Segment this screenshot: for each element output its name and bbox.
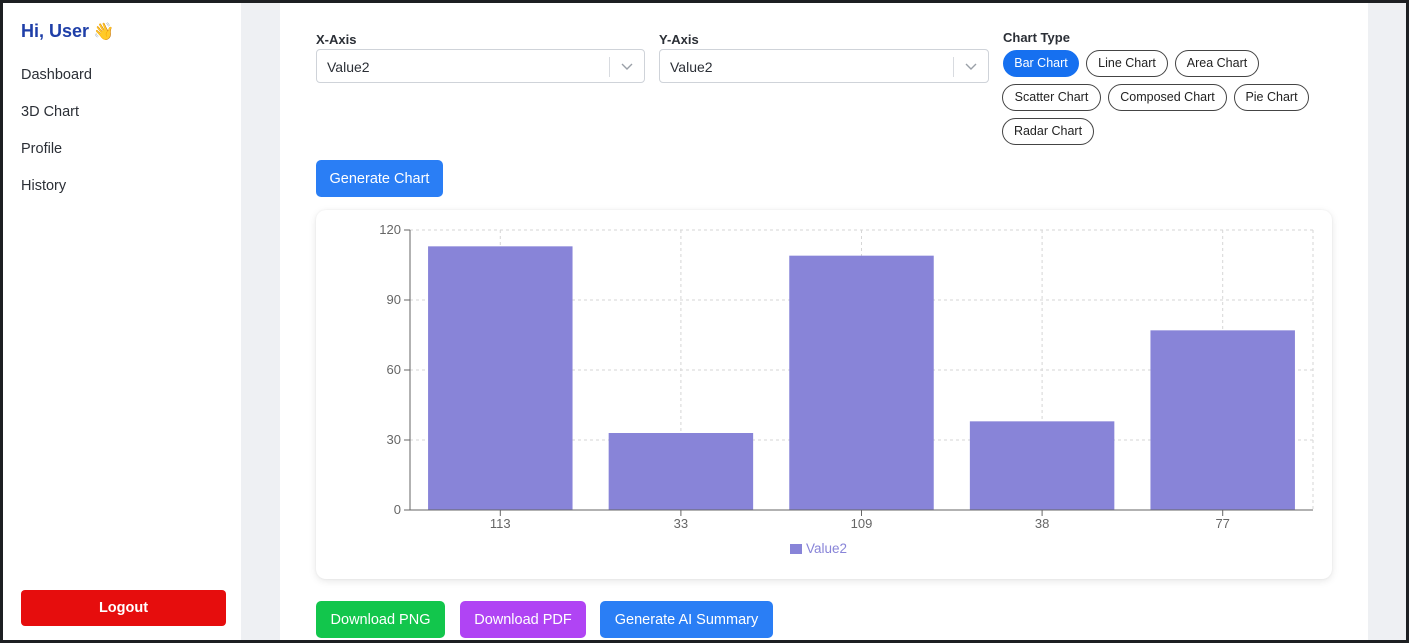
chart-type-scatter[interactable]: Scatter Chart bbox=[1002, 84, 1101, 111]
bar bbox=[789, 255, 934, 510]
x-tick-label: 38 bbox=[1035, 516, 1049, 531]
app-window: Hi, User 👋 Dashboard 3D Chart Profile His… bbox=[3, 3, 1406, 640]
sidebar-nav: Dashboard 3D Chart Profile History bbox=[21, 65, 92, 213]
y-tick-label: 60 bbox=[387, 362, 401, 377]
y-axis-select-value: Value2 bbox=[670, 59, 713, 75]
y-tick-label: 0 bbox=[394, 502, 401, 517]
bar bbox=[969, 421, 1115, 510]
chart-card: 0 30 60 90 120 113 33 109 38 77 Value2 bbox=[316, 210, 1332, 579]
x-tick-label: 113 bbox=[490, 516, 511, 531]
chevron-down-icon bbox=[621, 63, 633, 70]
bar bbox=[608, 433, 754, 510]
y-tick-label: 30 bbox=[387, 432, 401, 447]
chevron-down-icon bbox=[965, 63, 977, 70]
waving-hand-icon: 👋 bbox=[93, 22, 115, 41]
sidebar-item-history[interactable]: History bbox=[21, 176, 92, 213]
x-axis-label: X-Axis bbox=[316, 32, 357, 47]
x-tick-label: 109 bbox=[851, 516, 873, 531]
select-divider bbox=[609, 57, 610, 77]
x-tick-label: 33 bbox=[674, 516, 688, 531]
generate-chart-button[interactable]: Generate Chart bbox=[316, 160, 443, 197]
sidebar-item-3d-chart[interactable]: 3D Chart bbox=[21, 102, 92, 139]
greeting-heading: Hi, User 👋 bbox=[21, 21, 114, 42]
chart-type-line[interactable]: Line Chart bbox=[1086, 50, 1168, 77]
chart-type-area[interactable]: Area Chart bbox=[1175, 50, 1259, 77]
x-tick-label: 77 bbox=[1215, 516, 1229, 531]
y-tick-label: 90 bbox=[387, 292, 401, 307]
y-axis-label: Y-Axis bbox=[659, 32, 699, 47]
chart-type-composed[interactable]: Composed Chart bbox=[1108, 84, 1227, 111]
chart-type-label: Chart Type bbox=[1003, 30, 1070, 45]
select-divider bbox=[953, 57, 954, 77]
bar bbox=[1150, 330, 1295, 510]
sidebar: Hi, User 👋 Dashboard 3D Chart Profile His… bbox=[3, 3, 241, 640]
chart-type-radar[interactable]: Radar Chart bbox=[1002, 118, 1094, 145]
x-axis-select[interactable]: Value2 bbox=[316, 49, 645, 83]
x-axis-select-value: Value2 bbox=[327, 59, 370, 75]
download-png-button[interactable]: Download PNG bbox=[316, 601, 445, 638]
legend-label: Value2 bbox=[806, 541, 847, 556]
main-panel: X-Axis Value2 Y-Axis Value2 Chart Type B… bbox=[280, 3, 1368, 640]
bar bbox=[428, 246, 573, 511]
y-axis-select[interactable]: Value2 bbox=[659, 49, 989, 83]
sidebar-item-profile[interactable]: Profile bbox=[21, 139, 92, 176]
y-tick-label: 120 bbox=[379, 222, 401, 237]
download-pdf-button[interactable]: Download PDF bbox=[460, 601, 586, 638]
bar-chart: 0 30 60 90 120 113 33 109 38 77 Value2 bbox=[379, 222, 1314, 556]
legend-swatch bbox=[790, 544, 802, 554]
greeting-text: Hi, User bbox=[21, 21, 90, 41]
chart-type-bar[interactable]: Bar Chart bbox=[1003, 50, 1079, 77]
chart-type-pie[interactable]: Pie Chart bbox=[1234, 84, 1309, 111]
logout-button[interactable]: Logout bbox=[21, 590, 226, 626]
generate-ai-summary-button[interactable]: Generate AI Summary bbox=[600, 601, 773, 638]
sidebar-item-dashboard[interactable]: Dashboard bbox=[21, 65, 92, 102]
